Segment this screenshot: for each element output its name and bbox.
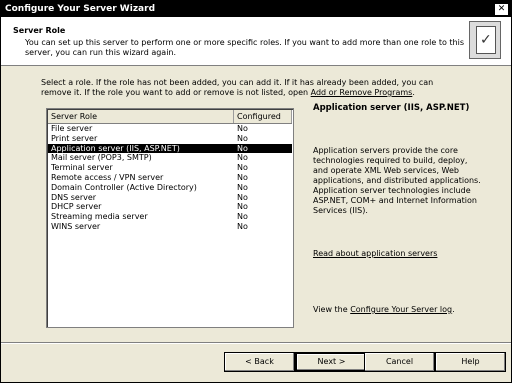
table-row[interactable]: Application server (IIS, ASP.NET) No bbox=[48, 143, 292, 154]
column-header-configured[interactable]: Configured bbox=[234, 110, 292, 123]
checkmark-icon: ✓ bbox=[480, 32, 492, 48]
table-row[interactable]: Mail server (POP3, SMTP) No bbox=[48, 153, 292, 163]
wizard-window: Configure Your Server Wizard ✕ Server Ro… bbox=[0, 0, 512, 383]
role-configured: No bbox=[237, 202, 248, 212]
table-row[interactable]: WINS server No bbox=[48, 222, 292, 232]
log-link-line: View the Configure Your Server log. bbox=[313, 305, 455, 314]
role-configured: No bbox=[237, 143, 248, 153]
next-button[interactable]: Next > bbox=[295, 352, 368, 372]
role-configured: No bbox=[237, 172, 248, 182]
role-name: Remote access / VPN server bbox=[51, 172, 164, 182]
table-row[interactable]: File server No bbox=[48, 124, 292, 134]
role-name: Streaming media server bbox=[51, 212, 148, 222]
role-name: DHCP server bbox=[51, 202, 102, 212]
close-button[interactable]: ✕ bbox=[494, 3, 509, 16]
role-details-panel: Application server (IIS, ASP.NET) Applic… bbox=[313, 103, 493, 258]
read-about-link[interactable]: Read about application servers bbox=[313, 249, 437, 258]
role-name: Print server bbox=[51, 133, 98, 143]
role-name: WINS server bbox=[51, 221, 101, 231]
role-name: File server bbox=[51, 124, 93, 133]
role-configured: No bbox=[237, 163, 248, 173]
button-separator bbox=[1, 342, 511, 344]
cancel-button[interactable]: Cancel bbox=[364, 352, 435, 372]
table-row[interactable]: Domain Controller (Active Directory) No bbox=[48, 183, 292, 193]
role-configured: No bbox=[237, 182, 248, 192]
role-name: DNS server bbox=[51, 192, 97, 202]
instructions-end: . bbox=[412, 88, 415, 97]
list-header: Server Role Configured bbox=[48, 110, 292, 124]
role-name: Terminal server bbox=[51, 163, 113, 173]
page-description: You can set up this server to perform on… bbox=[25, 38, 464, 57]
table-row[interactable]: DNS server No bbox=[48, 193, 292, 203]
table-row[interactable]: Terminal server No bbox=[48, 163, 292, 173]
role-configured: No bbox=[237, 153, 248, 163]
column-header-server-role[interactable]: Server Role bbox=[48, 110, 234, 123]
page-title: Server Role bbox=[13, 26, 66, 35]
configure-server-log-link[interactable]: Configure Your Server log bbox=[350, 305, 452, 314]
table-row[interactable]: Streaming media server No bbox=[48, 212, 292, 222]
role-rows: File server No Print server No Application s… bbox=[48, 124, 292, 232]
role-name: Domain Controller (Active Directory) bbox=[51, 182, 197, 192]
log-link-prefix: View the bbox=[313, 305, 351, 314]
wizard-icon: ✓ bbox=[469, 21, 501, 59]
server-role-list[interactable]: Server Role Configured File server No Prin… bbox=[46, 108, 294, 328]
role-configured: No bbox=[237, 221, 248, 231]
details-body: Application servers provide the core tec… bbox=[313, 146, 481, 215]
role-configured: No bbox=[237, 124, 248, 133]
help-button[interactable]: Help bbox=[435, 352, 506, 372]
role-configured: No bbox=[237, 192, 248, 202]
title-bar[interactable]: Configure Your Server Wizard ✕ bbox=[1, 1, 511, 17]
table-row[interactable]: Remote access / VPN server No bbox=[48, 173, 292, 183]
window-title: Configure Your Server Wizard bbox=[5, 4, 156, 14]
details-title: Application server (IIS, ASP.NET) bbox=[313, 103, 470, 113]
role-name: Application server (IIS, ASP.NET) bbox=[51, 143, 180, 153]
instructions-text: Select a role. If the role has not been … bbox=[41, 78, 461, 98]
role-name: Mail server (POP3, SMTP) bbox=[51, 153, 152, 163]
add-remove-programs-link[interactable]: Add or Remove Programs bbox=[311, 88, 413, 97]
role-configured: No bbox=[237, 133, 248, 143]
log-link-suffix: . bbox=[452, 305, 455, 314]
table-row[interactable]: Print server No bbox=[48, 134, 292, 144]
table-row[interactable]: DHCP server No bbox=[48, 202, 292, 212]
role-configured: No bbox=[237, 212, 248, 222]
wizard-header: Server Role You can set up this server t… bbox=[1, 17, 511, 66]
back-button[interactable]: < Back bbox=[224, 352, 295, 372]
